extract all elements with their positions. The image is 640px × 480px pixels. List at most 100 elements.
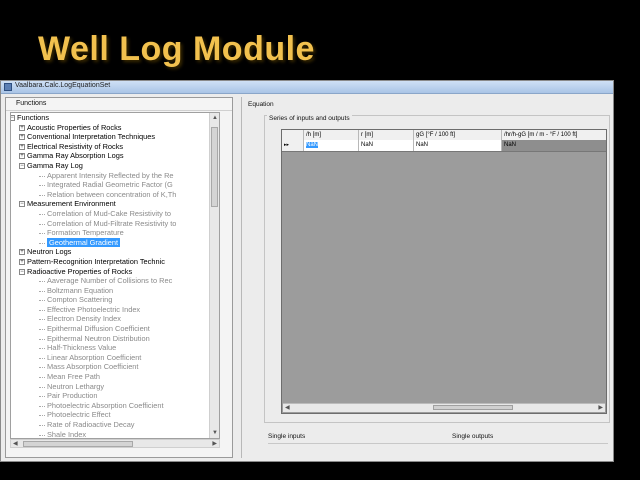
tree-category-item[interactable]: − Functions xyxy=(11,113,219,123)
grid-horizontal-scrollbar[interactable]: ◀ ▶ xyxy=(283,403,605,412)
tree-guide-line xyxy=(39,415,45,417)
tree-leaf-item[interactable]: Neutron Lethargy xyxy=(11,382,219,392)
tree-leaf-item[interactable]: Photoelectric Absorption Coefficient xyxy=(11,401,219,411)
tree-guide-line xyxy=(39,425,45,426)
scroll-down-arrow-icon[interactable]: ▼ xyxy=(212,429,218,437)
collapse-icon[interactable]: − xyxy=(19,201,25,208)
expand-icon[interactable]: + xyxy=(19,249,25,256)
tree-leaf-item[interactable]: Relation between concentration of K,Th xyxy=(11,190,219,200)
tree-item-label: Electrical Resistivity of Rocks xyxy=(27,141,124,151)
cell-h-input[interactable]: NaN xyxy=(304,140,359,151)
tree-leaf-item[interactable]: Geothermal Gradient xyxy=(11,237,219,248)
column-header-output[interactable]: /hr/h-gG [m / m - °F / 100 ft] xyxy=(502,130,606,140)
tree-leaf-item[interactable]: Mass Absorption Coefficient xyxy=(11,362,219,372)
tree-horizontal-scrollbar[interactable]: ◀ ▶ xyxy=(10,439,220,448)
series-groupbox: Series of inputs and outputs /h [m] r [m… xyxy=(264,115,610,423)
collapse-icon[interactable]: − xyxy=(11,115,15,121)
functions-panel: Functions − Functions + Acoustic Properties… xyxy=(5,97,233,458)
scroll-left-arrow-icon[interactable]: ◀ xyxy=(13,440,18,448)
tree-leaf-item[interactable]: Linear Absorption Coefficient xyxy=(11,353,219,363)
column-header-r[interactable]: r [m] xyxy=(359,130,414,140)
column-header-gg[interactable]: gG [°F / 100 ft] xyxy=(414,130,502,140)
table-row[interactable]: ▸▸ NaN NaN NaN NaN xyxy=(282,140,606,152)
expand-icon[interactable]: + xyxy=(19,143,25,150)
cell-r-input[interactable]: NaN xyxy=(359,140,414,151)
column-header-h[interactable]: /h [m] xyxy=(304,130,359,140)
tree-leaf-item[interactable]: Rate of Radioactive Decay xyxy=(11,420,219,430)
tree-item-label: Correlation of Mud-Cake Resistivity to xyxy=(47,208,172,218)
tree-item-label: Apparent Intensity Reflected by the Re xyxy=(47,170,174,180)
tree-guide-line xyxy=(39,290,45,292)
tree-leaf-item[interactable]: Pair Production xyxy=(11,391,219,401)
tree-vertical-scroll-thumb[interactable] xyxy=(211,127,218,207)
series-data-grid[interactable]: /h [m] r [m] gG [°F / 100 ft] /hr/h-gG [… xyxy=(281,129,607,414)
tree-category-item[interactable]: + Electrical Resistivity of Rocks xyxy=(11,142,219,152)
tree-leaf-item[interactable]: Epithermal Neutron Distribution xyxy=(11,334,219,344)
tree-guide-line xyxy=(39,242,45,244)
tree-category-item[interactable]: − Measurement Environment xyxy=(11,199,219,209)
tree-guide-line xyxy=(39,309,45,311)
tree-leaf-item[interactable]: Half-Thickness Value xyxy=(11,343,219,353)
tree-leaf-item[interactable]: Mean Free Path xyxy=(11,372,219,382)
single-inputs-label: Single inputs xyxy=(268,433,306,440)
tree-leaf-item[interactable]: Effective Photoelectric Index xyxy=(11,305,219,315)
tree-item-label: Radioactive Properties of Rocks xyxy=(27,266,133,276)
tree-category-item[interactable]: + Neutron Logs xyxy=(11,247,219,257)
tree-leaf-item[interactable]: Formation Temperature xyxy=(11,228,219,238)
tree-item-label: Shale Index xyxy=(47,429,87,439)
tree-leaf-item[interactable]: Aaverage Number of Collisions to Rec xyxy=(11,276,219,286)
window-titlebar[interactable]: Vaalbara.Calc.LogEquationSet xyxy=(1,81,613,94)
tree-leaf-item[interactable]: Integrated Radial Geometric Factor (G xyxy=(11,180,219,190)
tree-item-label: Geothermal Gradient xyxy=(47,237,121,248)
tree-category-item[interactable]: + Gamma Ray Absorption Logs xyxy=(11,151,219,161)
tree-category-item[interactable]: + Pattern-Recognition Interpretation Tech… xyxy=(11,257,219,267)
tree-leaf-item[interactable]: Correlation of Mud-Filtrate Resistivity … xyxy=(11,219,219,229)
equation-label: Equation xyxy=(248,101,274,108)
collapse-icon[interactable]: − xyxy=(19,268,25,275)
tree-item-label: Gamma Ray Absorption Logs xyxy=(27,151,124,161)
cell-output-value: NaN xyxy=(502,140,606,151)
scroll-up-arrow-icon[interactable]: ▲ xyxy=(212,114,218,122)
tree-horizontal-scroll-thumb[interactable] xyxy=(23,441,133,447)
tree-leaf-item[interactable]: Correlation of Mud-Cake Resistivity to xyxy=(11,209,219,219)
tree-leaf-item[interactable]: Electron Density Index xyxy=(11,314,219,324)
collapse-icon[interactable]: − xyxy=(19,162,25,169)
functions-tree[interactable]: − Functions + Acoustic Properties of Rocks +… xyxy=(10,112,220,439)
tree-leaf-item[interactable]: Boltzmann Equation xyxy=(11,286,219,296)
cell-gg-input[interactable]: NaN xyxy=(414,140,502,151)
row-indicator-icon[interactable]: ▸▸ xyxy=(282,140,304,151)
grid-horizontal-scroll-thumb[interactable] xyxy=(433,405,513,410)
tree-item-label: Formation Temperature xyxy=(47,228,124,238)
tree-guide-line xyxy=(39,233,45,235)
tree-leaf-item[interactable]: Shale Index xyxy=(11,429,219,439)
tree-leaf-item[interactable]: Photoelectric Effect xyxy=(11,410,219,420)
scroll-right-arrow-icon[interactable]: ▶ xyxy=(212,440,217,448)
tree-guide-line xyxy=(39,405,45,407)
window-title: Vaalbara.Calc.LogEquationSet xyxy=(15,82,111,89)
expand-icon[interactable]: + xyxy=(19,258,25,265)
grid-scroll-left-arrow-icon[interactable]: ◀ xyxy=(285,404,290,412)
tree-guide-line xyxy=(39,434,45,436)
tree-item-label: Pattern-Recognition Interpretation Techn… xyxy=(27,256,165,266)
tree-item-label: Epithermal Diffusion Coefficient xyxy=(47,324,150,334)
tree-leaf-item[interactable]: Compton Scattering xyxy=(11,295,219,305)
expand-icon[interactable]: + xyxy=(19,124,25,131)
tree-category-item[interactable]: + Acoustic Properties of Rocks xyxy=(11,123,219,133)
tree-guide-line xyxy=(39,223,45,225)
tree-category-item[interactable]: + Conventional Interpretation Techniques xyxy=(11,132,219,142)
tree-leaf-item[interactable]: Epithermal Diffusion Coefficient xyxy=(11,324,219,334)
tree-leaf-item[interactable]: Apparent Intensity Reflected by the Re xyxy=(11,171,219,181)
tree-guide-line xyxy=(39,213,45,215)
slide-title-bar: Well Log Module xyxy=(0,0,640,80)
tree-vertical-scrollbar[interactable]: ▲ ▼ xyxy=(209,113,219,438)
tree-guide-line xyxy=(39,194,45,196)
tree-item-label: Measurement Environment xyxy=(27,199,116,209)
tree-category-item[interactable]: − Radioactive Properties of Rocks xyxy=(11,267,219,277)
tree-guide-line xyxy=(39,319,45,321)
tree-guide-line xyxy=(39,348,45,350)
tree-item-label: Conventional Interpretation Techniques xyxy=(27,132,156,142)
grid-scroll-right-arrow-icon[interactable]: ▶ xyxy=(598,404,603,412)
tree-category-item[interactable]: − Gamma Ray Log xyxy=(11,161,219,171)
expand-icon[interactable]: + xyxy=(19,134,25,141)
expand-icon[interactable]: + xyxy=(19,153,25,160)
